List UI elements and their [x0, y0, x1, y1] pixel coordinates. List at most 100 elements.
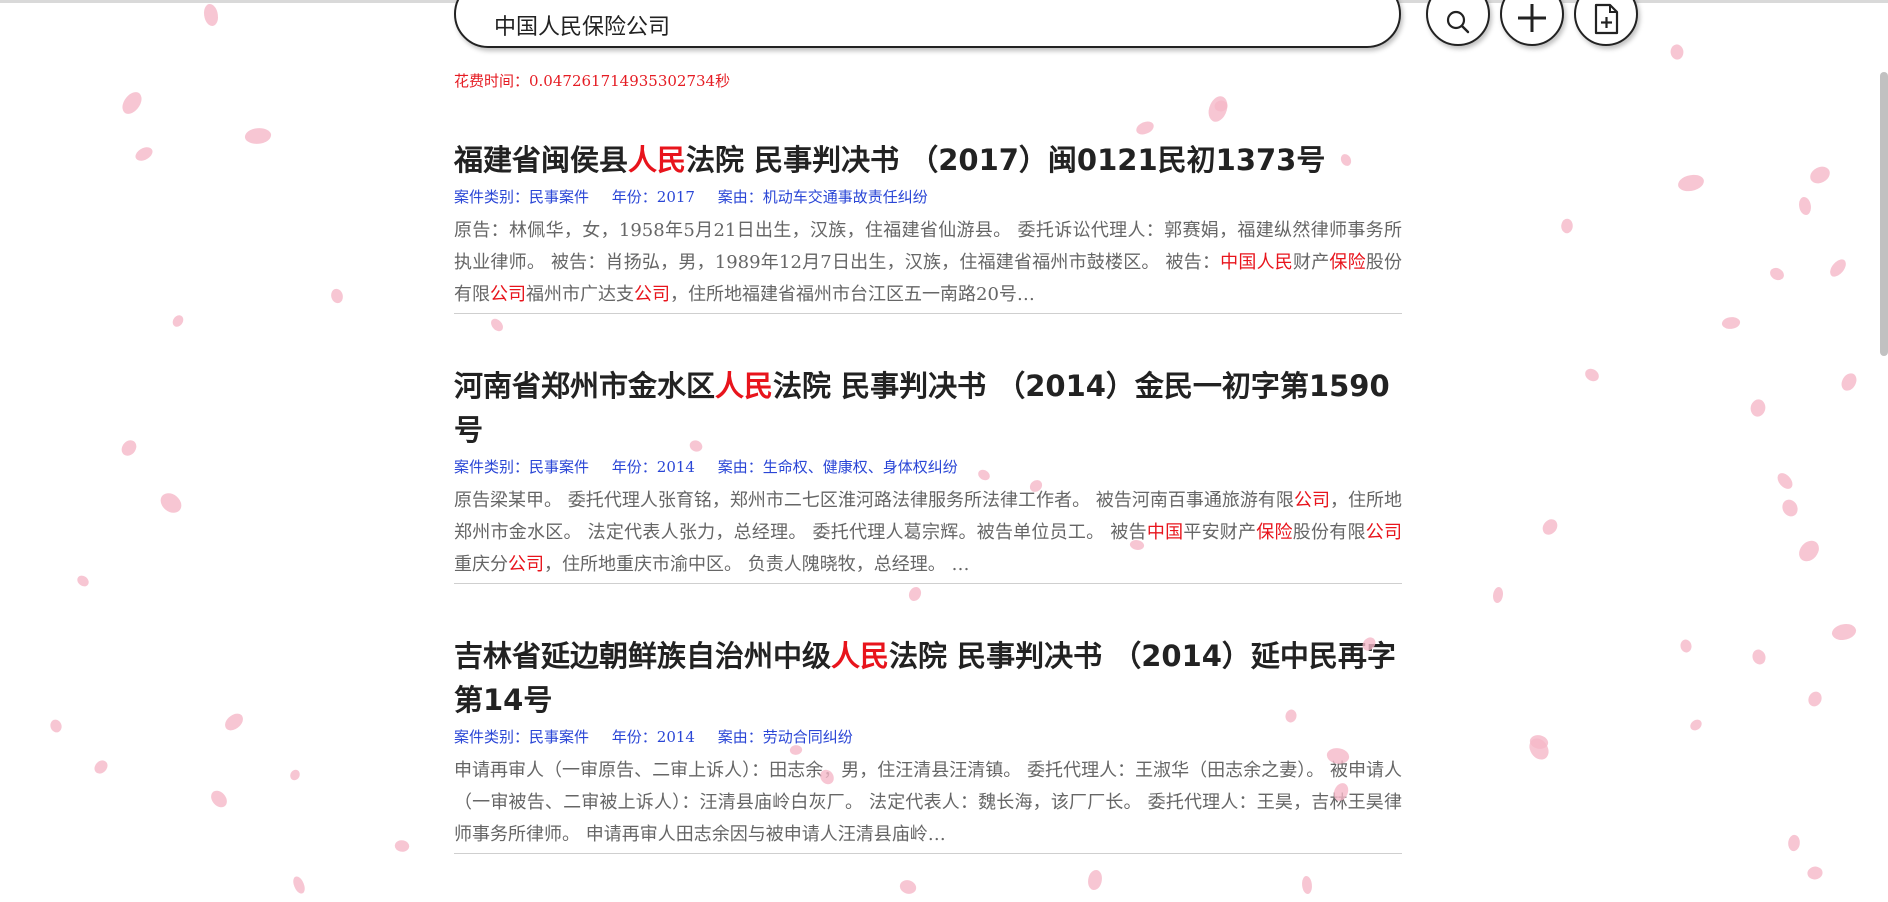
add-button[interactable] — [1500, 0, 1564, 46]
title-highlight[interactable]: 人民 — [628, 143, 686, 177]
title-text[interactable]: 河南省郑州市金水区 — [454, 369, 715, 403]
result-meta: 案件类别：民事案件 年份：2014 案由：劳动合同纠纷 — [454, 726, 1402, 748]
snippet-highlight: 公司 — [1293, 490, 1330, 511]
petal — [1135, 120, 1155, 136]
snippet-text: 重庆分 — [454, 554, 508, 575]
petal — [1558, 217, 1576, 235]
result-title[interactable]: 河南省郑州市金水区人民法院 民事判决书 （2014）金民一初字第1590号 — [454, 364, 1402, 452]
petal — [92, 758, 110, 776]
petal — [1677, 637, 1695, 655]
petal — [1775, 470, 1795, 492]
petal — [133, 143, 155, 165]
result-item: 河南省郑州市金水区人民法院 民事判决书 （2014）金民一初字第1590号 案件… — [454, 364, 1402, 584]
petal — [905, 584, 925, 604]
snippet-text: 股份有限 — [1292, 522, 1366, 543]
petal — [393, 837, 411, 855]
petal — [291, 875, 307, 895]
add-file-icon — [1594, 3, 1619, 35]
petal — [288, 768, 302, 782]
snippet-text: 原告梁某甲。 委托代理人张育铭，郑州市二七区淮河路法律服务所法律工作者。 被告河… — [454, 490, 1294, 511]
case-year: 年份：2017 — [611, 188, 695, 206]
snippet-highlight: 公司 — [490, 284, 526, 305]
petal — [1688, 718, 1704, 732]
result-divider — [454, 313, 1402, 314]
snippet-highlight: 公司 — [634, 284, 670, 305]
snippet-highlight: 公司 — [508, 554, 544, 575]
petal — [1796, 537, 1822, 565]
title-text[interactable]: 福建省闽侯县 — [454, 143, 628, 177]
snippet-text: ，住所地重庆市渝中区。 负责人隗晓牧，总经理。 … — [544, 554, 970, 575]
petal — [1212, 97, 1230, 115]
petal — [330, 288, 344, 304]
case-category: 案件类别：民事案件 — [454, 458, 590, 476]
title-highlight[interactable]: 人民 — [715, 369, 773, 403]
search-input[interactable] — [492, 4, 1356, 46]
snippet-text: ，住所地福建省福州市台江区五一南路20号… — [670, 284, 1035, 305]
petal — [221, 711, 247, 733]
result-title[interactable]: 福建省闽侯县人民法院 民事判决书 （2017）闽0121民初1373号 — [454, 138, 1402, 182]
petal — [48, 718, 64, 734]
snippet-text: 平安财产 — [1183, 522, 1257, 543]
petal — [75, 574, 91, 588]
petal — [157, 488, 185, 518]
search-time: 花费时间：0.047261714935302734秒 — [454, 72, 731, 90]
result-divider — [454, 853, 1402, 854]
petal — [170, 313, 186, 329]
petal — [489, 316, 505, 334]
result-item: 福建省闽侯县人民法院 民事判决书 （2017）闽0121民初1373号 案件类别… — [454, 138, 1402, 314]
petal — [1087, 869, 1103, 891]
petal — [1780, 498, 1800, 518]
snippet-highlight: 中国人民 — [1220, 252, 1293, 273]
petal — [1584, 367, 1600, 383]
result-item: 吉林省延边朝鲜族自治州中级人民法院 民事判决书 （2014）延中民再字第14号 … — [454, 634, 1402, 854]
case-cause: 案由：生命权、健康权、身体权纠纷 — [717, 458, 958, 476]
petal — [1746, 396, 1770, 420]
petal — [1829, 620, 1859, 644]
petal — [1301, 875, 1313, 895]
title-text[interactable]: 吉林省延边朝鲜族自治州中级 — [454, 639, 831, 673]
result-snippet: 原告：林佩华，女，1958年5月21日出生，汉族，住福建省仙游县。 委托诉讼代理… — [454, 215, 1402, 311]
result-meta: 案件类别：民事案件 年份：2017 案由：机动车交通事故责任纠纷 — [454, 186, 1402, 208]
petal — [1767, 264, 1787, 284]
search-button[interactable] — [1426, 0, 1490, 46]
petal — [1667, 42, 1687, 62]
petal — [209, 787, 229, 811]
case-year: 年份：2014 — [611, 458, 695, 476]
search-icon — [1446, 10, 1470, 34]
snippet-text: 财产 — [1293, 252, 1330, 273]
upload-button[interactable] — [1574, 0, 1638, 46]
title-text[interactable]: 法院 民事判决书 （2017）闽0121民初1373号 — [686, 143, 1325, 177]
petal — [1826, 256, 1850, 280]
snippet-text: 福州市广达支 — [526, 284, 634, 305]
petal — [244, 127, 272, 145]
petal — [1840, 371, 1858, 393]
snippet-highlight: 中国 — [1146, 522, 1184, 543]
result-title[interactable]: 吉林省延边朝鲜族自治州中级人民法院 民事判决书 （2014）延中民再字第14号 — [454, 634, 1402, 722]
result-divider — [454, 583, 1402, 584]
result-meta: 案件类别：民事案件 年份：2014 案由：生命权、健康权、身体权纠纷 — [454, 456, 1402, 478]
snippet-text: 申请再审人（一审原告、二审上诉人）：田志余，男，住汪清县汪清镇。 委托代理人：王… — [454, 760, 1402, 845]
petal — [1807, 162, 1833, 188]
result-snippet: 申请再审人（一审原告、二审上诉人）：田志余，男，住汪清县汪清镇。 委托代理人：王… — [454, 755, 1402, 851]
petal — [1203, 93, 1233, 125]
petal — [1806, 690, 1824, 708]
snippet-highlight: 保险 — [1256, 522, 1293, 543]
snippet-highlight: 保险 — [1329, 252, 1366, 273]
case-category: 案件类别：民事案件 — [454, 728, 590, 746]
result-snippet: 原告梁某甲。 委托代理人张育铭，郑州市二七区淮河路法律服务所法律工作者。 被告河… — [454, 485, 1402, 581]
petal — [120, 438, 138, 458]
petal — [897, 876, 919, 898]
case-cause: 案由：机动车交通事故责任纠纷 — [717, 188, 928, 206]
petal — [117, 88, 147, 118]
petal — [1527, 736, 1551, 762]
petal — [1749, 647, 1769, 667]
petal — [1490, 585, 1506, 605]
plus-icon — [1518, 4, 1546, 32]
title-highlight[interactable]: 人民 — [831, 639, 889, 673]
search-bar[interactable] — [454, 0, 1401, 48]
case-year: 年份：2014 — [611, 728, 695, 746]
case-cause: 案由：劳动合同纠纷 — [717, 728, 853, 746]
scrollbar-thumb[interactable] — [1880, 72, 1888, 356]
petal — [1527, 731, 1551, 753]
petal — [1805, 863, 1825, 883]
